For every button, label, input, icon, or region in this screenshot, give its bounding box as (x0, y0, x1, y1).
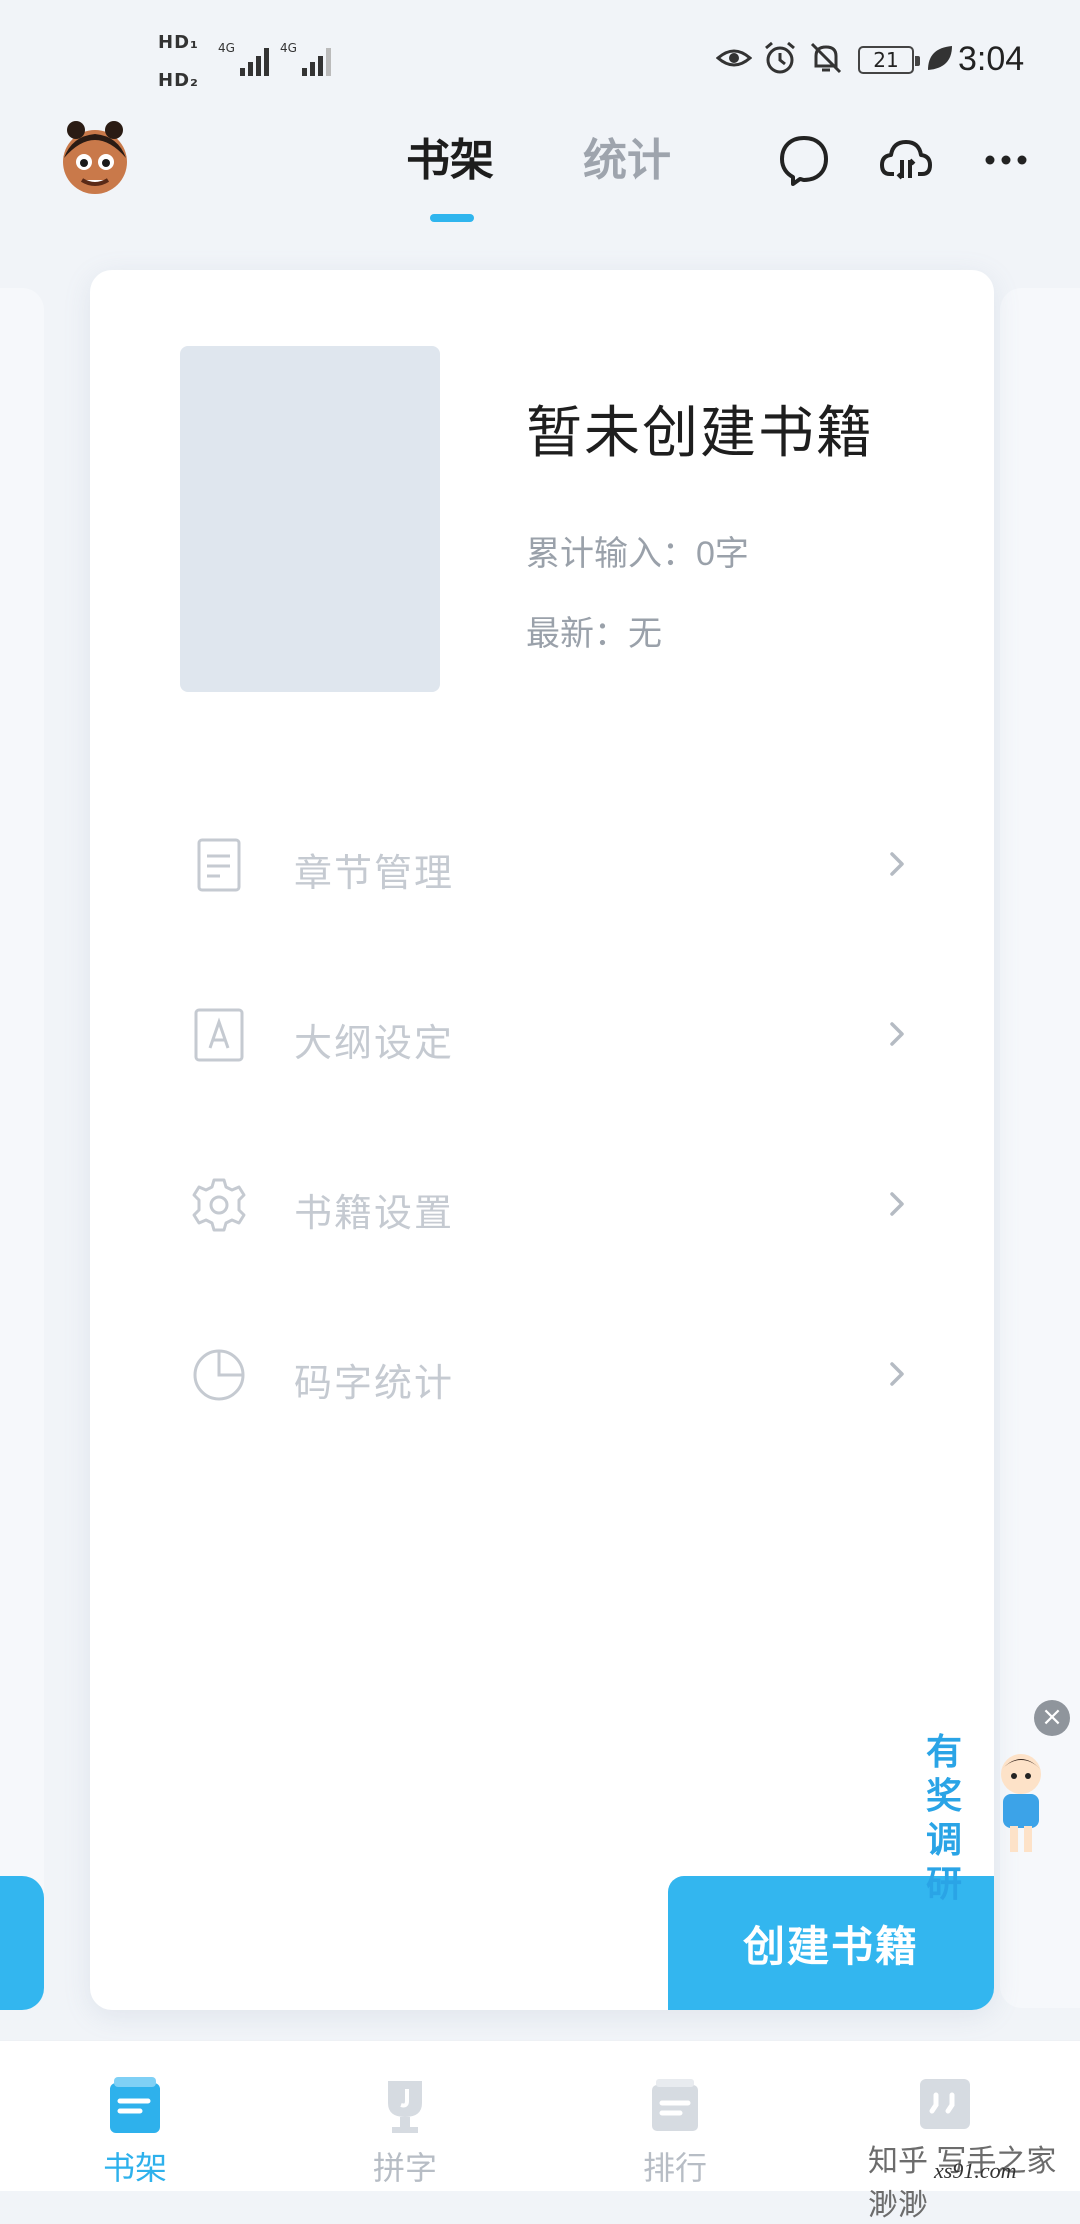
chevron-right-icon (890, 1192, 904, 1216)
bookshelf-icon (110, 2077, 160, 2133)
menu-item-book-settings[interactable]: 书籍设置 (90, 1146, 994, 1266)
signal-strength-icon: 4G (280, 41, 331, 76)
outline-icon (194, 1008, 244, 1062)
alarm-icon (765, 41, 795, 74)
chevron-right-icon (890, 1022, 904, 1046)
trophy-icon (388, 2081, 422, 2133)
svg-text:4G: 4G (218, 41, 235, 55)
previous-book-card[interactable] (0, 288, 44, 2008)
menu-label: 章节管理 (294, 853, 455, 895)
book-card: 暂未创建书籍 累计输入：0字 最新：无 章节管理 大纲设定 书籍设置 码字统计 … (90, 270, 994, 2010)
watermark-url: xs91.com (934, 2158, 1017, 2183)
survey-badge[interactable]: 有奖调研 (918, 1712, 1058, 1904)
svg-text:4G: 4G (280, 41, 297, 55)
eye-icon (716, 49, 752, 67)
battery-icon: 21 (858, 46, 920, 74)
cloud-sync-icon[interactable] (878, 132, 934, 188)
menu-label: 码字统计 (294, 1363, 455, 1405)
chevron-right-icon (890, 1362, 904, 1386)
nav-item-word-contest[interactable]: 拼字 (270, 2041, 540, 2192)
gear-icon (192, 1178, 246, 1232)
menu-label: 书籍设置 (294, 1193, 455, 1235)
nav-label: 书架 (102, 2150, 167, 2186)
avatar[interactable] (50, 112, 140, 202)
pie-chart-icon (193, 1349, 245, 1401)
survey-badge-label: 有奖调研 (926, 1731, 963, 1904)
menu-label: 大纲设定 (294, 1023, 455, 1065)
status-bar: HD₁ HD₂ 4G 4G 21 3:04 (0, 0, 1080, 110)
more-icon[interactable] (978, 132, 1034, 188)
chevron-right-icon (890, 852, 904, 876)
mute-icon (810, 42, 842, 74)
nav-item-ranking[interactable]: 排行 (540, 2041, 810, 2192)
tab-bookshelf[interactable]: 书架 (406, 124, 494, 188)
quote-icon (920, 2079, 970, 2129)
nav-item-bookshelf[interactable]: 书架 (0, 2041, 270, 2192)
clock: 3:04 (958, 40, 1025, 78)
menu-item-chapter-management[interactable]: 章节管理 (90, 806, 994, 926)
hd1-indicator: HD₁ (158, 32, 199, 53)
nav-label: 拼字 (372, 2150, 437, 2186)
message-icon[interactable] (776, 132, 832, 188)
latest-chapter: 最新：无 (526, 615, 662, 653)
leaf-icon (928, 46, 952, 70)
document-icon (197, 838, 241, 892)
tab-statistics[interactable]: 统计 (583, 124, 671, 188)
total-input-count: 累计输入：0字 (526, 535, 749, 573)
mascot-icon (1001, 1754, 1041, 1852)
book-cover-placeholder[interactable] (180, 346, 440, 692)
previous-card-button[interactable] (0, 1876, 44, 2010)
menu-item-word-count-stats[interactable]: 码字统计 (90, 1316, 994, 1436)
active-tab-indicator (430, 214, 474, 222)
hd2-indicator: HD₂ (158, 70, 199, 91)
ranking-icon (652, 2079, 698, 2131)
book-title: 暂未创建书籍 (526, 401, 874, 464)
signal-strength-icon: 4G (218, 41, 269, 76)
close-icon[interactable]: × (1034, 1700, 1070, 1736)
nav-label: 排行 (642, 2150, 707, 2186)
menu-item-outline-settings[interactable]: 大纲设定 (90, 976, 994, 1096)
